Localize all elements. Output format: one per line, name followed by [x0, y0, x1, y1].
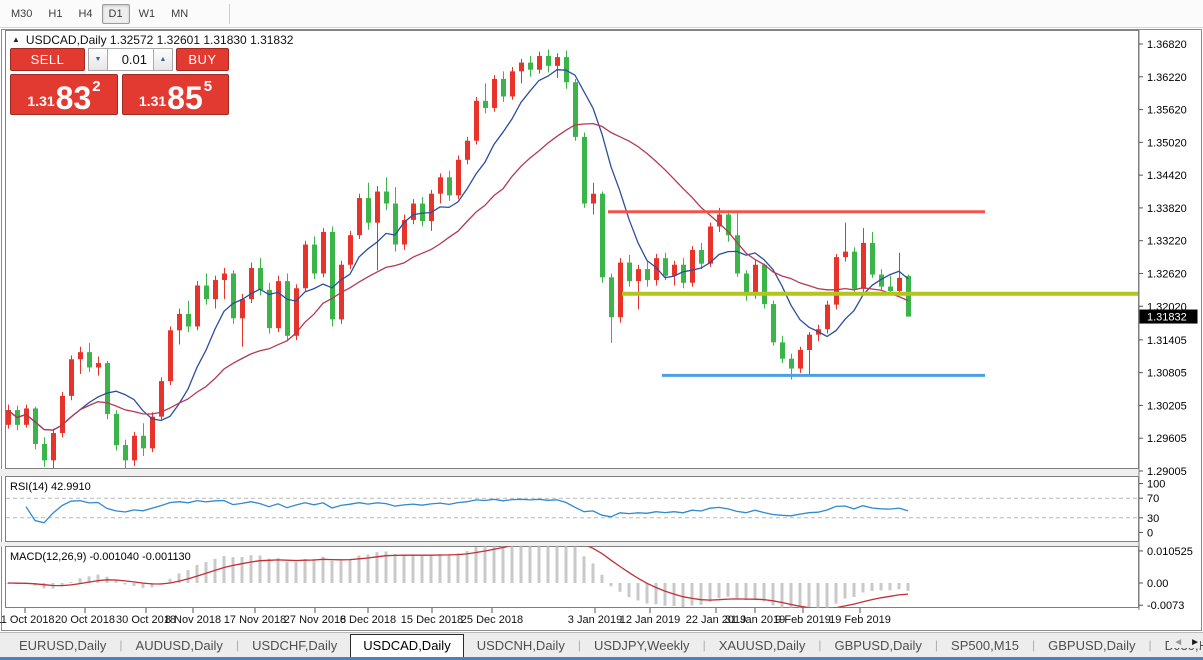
svg-text:1.30805: 1.30805: [1147, 368, 1187, 380]
tab-usdcad-daily[interactable]: USDCAD,Daily: [350, 634, 463, 658]
timeframe-toolbar: M30H1H4D1W1MN: [0, 0, 1203, 28]
svg-text:9 Feb 2019: 9 Feb 2019: [775, 614, 831, 626]
timeframe-button-mn[interactable]: MN: [164, 4, 195, 24]
tab-gbpusd-daily[interactable]: GBPUSD,Daily: [1035, 635, 1148, 656]
tab-audusd-daily[interactable]: AUDUSD,Daily: [123, 635, 236, 656]
svg-text:1.34420: 1.34420: [1147, 170, 1187, 182]
tab-scroll-right-icon[interactable]: ►: [1190, 637, 1200, 648]
rsi-panel: [6, 477, 1139, 542]
timeframe-button-w1[interactable]: W1: [132, 4, 163, 24]
svg-text:15 Dec 2018: 15 Dec 2018: [401, 614, 463, 626]
volume-decrease-button[interactable]: ▼: [88, 48, 108, 71]
tab-scroll-left-icon[interactable]: ◄: [1173, 637, 1183, 648]
buy-button[interactable]: BUY: [176, 48, 229, 71]
timeframe-button-h4[interactable]: H4: [71, 4, 99, 24]
chart-tabbar: EURUSD,Daily|AUDUSD,Daily|USDCHF,DailyUS…: [0, 632, 1203, 657]
svg-text:1.30205: 1.30205: [1147, 400, 1187, 412]
timeframe-button-d1[interactable]: D1: [102, 4, 130, 24]
svg-text:12 Jan 2019: 12 Jan 2019: [620, 614, 681, 626]
spinner-up-icon: ▲: [160, 56, 167, 63]
svg-text:1.32620: 1.32620: [1147, 268, 1187, 280]
macd-label: MACD(12,26,9) -0.001040 -0.001130: [10, 551, 191, 563]
sell-price-sup: 2: [92, 78, 100, 95]
timeframe-button-h1[interactable]: H1: [41, 4, 69, 24]
buy-price-sup: 5: [204, 78, 212, 95]
buy-price-display[interactable]: 1.31855: [122, 74, 229, 115]
svg-text:1.31832: 1.31832: [1147, 312, 1187, 324]
svg-text:8 Nov 2018: 8 Nov 2018: [165, 614, 221, 626]
svg-text:1.35620: 1.35620: [1147, 105, 1187, 117]
tabbar-scroll-arrows: ◄ ►: [1169, 637, 1200, 648]
buy-price-big: 85: [167, 85, 203, 111]
ohlc-text: USDCAD,Daily 1.32572 1.32601 1.31830 1.3…: [26, 33, 294, 47]
svg-text:1.33220: 1.33220: [1147, 236, 1187, 248]
trade-controls-row: SELL ▼ ▲ BUY: [10, 48, 229, 71]
svg-text:0.00: 0.00: [1147, 578, 1168, 590]
svg-text:30: 30: [1147, 513, 1159, 525]
tab-usdjpy-weekly[interactable]: USDJPY,Weekly: [581, 635, 703, 656]
svg-text:1.29005: 1.29005: [1147, 466, 1187, 478]
svg-text:1.36220: 1.36220: [1147, 72, 1187, 84]
svg-text:0: 0: [1147, 528, 1153, 540]
timeframe-button-m30[interactable]: M30: [4, 4, 39, 24]
svg-text:1.36820: 1.36820: [1147, 39, 1187, 51]
tab-sp500-m15[interactable]: SP500,M15: [938, 635, 1032, 656]
sell-price-big: 83: [56, 85, 92, 111]
tab-usdchf-daily[interactable]: USDCHF,Daily: [239, 635, 350, 656]
tab-usdcnh-daily[interactable]: USDCNH,Daily: [464, 635, 578, 656]
svg-text:1.33820: 1.33820: [1147, 203, 1187, 215]
svg-text:20 Oct 2018: 20 Oct 2018: [55, 614, 115, 626]
svg-text:1.31405: 1.31405: [1147, 335, 1187, 347]
volume-input[interactable]: [108, 48, 153, 71]
svg-text:11 Oct 2018: 11 Oct 2018: [0, 614, 55, 626]
collapse-panel-icon[interactable]: ▲: [12, 36, 20, 44]
tab-xauusd-daily[interactable]: XAUUSD,Daily: [706, 635, 819, 656]
svg-text:1.29605: 1.29605: [1147, 433, 1187, 445]
svg-text:3 Jan 2019: 3 Jan 2019: [568, 614, 622, 626]
svg-text:1.35020: 1.35020: [1147, 137, 1187, 149]
sell-button[interactable]: SELL: [10, 48, 85, 71]
svg-text:100: 100: [1147, 479, 1165, 491]
tab-gbpusd-daily[interactable]: GBPUSD,Daily: [822, 635, 935, 656]
chart-symbol-ohlc-line: ▲ USDCAD,Daily 1.32572 1.32601 1.31830 1…: [12, 33, 293, 47]
svg-text:17 Nov 2018: 17 Nov 2018: [224, 614, 286, 626]
svg-text:19 Feb 2019: 19 Feb 2019: [829, 614, 891, 626]
spinner-down-icon: ▼: [95, 56, 102, 63]
svg-text:0.010525: 0.010525: [1147, 546, 1193, 558]
rsi-label: RSI(14) 42.9910: [10, 481, 91, 493]
buy-price-prefix: 1.31: [139, 93, 166, 109]
svg-text:25 Dec 2018: 25 Dec 2018: [461, 614, 523, 626]
svg-text:27 Nov 2018: 27 Nov 2018: [284, 614, 346, 626]
one-click-trading-panel: SELL ▼ ▲ BUY 1.31832 1.31855: [10, 48, 229, 115]
volume-increase-button[interactable]: ▲: [153, 48, 173, 71]
tab-eurusd-daily[interactable]: EURUSD,Daily: [6, 635, 119, 656]
sell-price-display[interactable]: 1.31832: [10, 74, 118, 115]
sell-price-prefix: 1.31: [27, 93, 54, 109]
svg-text:-0.0073: -0.0073: [1147, 600, 1184, 612]
toolbar-separator: [229, 4, 230, 24]
svg-text:6 Dec 2018: 6 Dec 2018: [340, 614, 396, 626]
svg-text:70: 70: [1147, 493, 1159, 505]
trade-prices-row: 1.31832 1.31855: [10, 74, 229, 115]
